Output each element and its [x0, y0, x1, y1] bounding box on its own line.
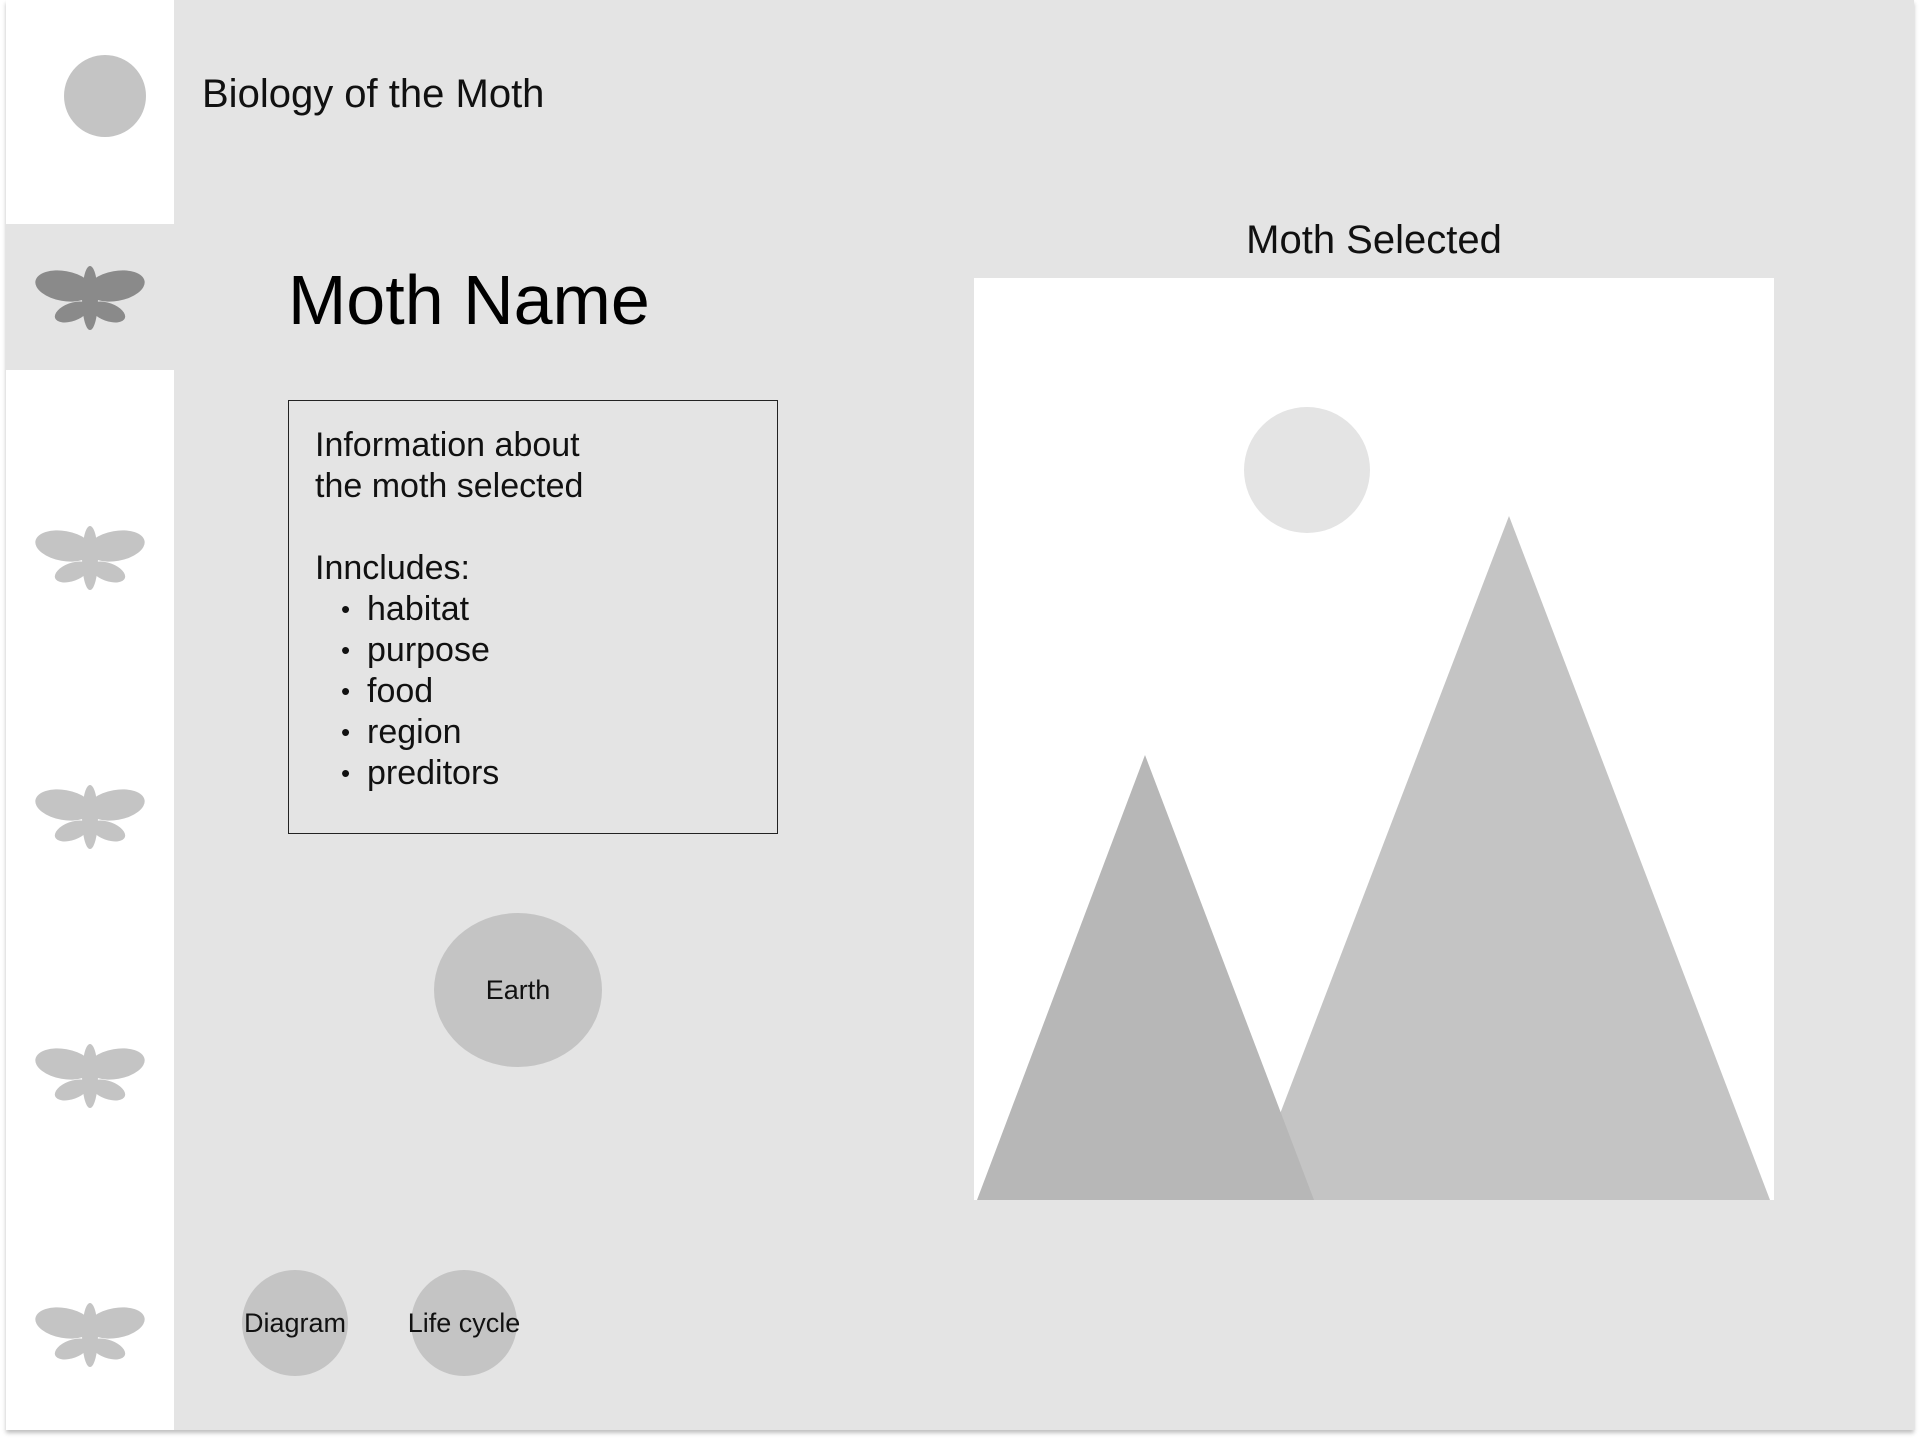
moth-info-box: Information about the moth selected Innc… [288, 400, 778, 834]
app-title: Biology of the Moth [202, 72, 545, 116]
moth-icon [35, 1303, 145, 1367]
moth-icon [35, 1044, 145, 1108]
list-item: food [341, 671, 751, 712]
image-placeholder-icon [977, 407, 1770, 1200]
includes-label: Inncludes: [315, 549, 470, 587]
moth-image-panel [974, 278, 1774, 1200]
diagram-button[interactable]: Diagram [242, 1270, 348, 1376]
list-item: habitat [341, 589, 751, 630]
sidebar-item-moth-5[interactable] [6, 1261, 174, 1407]
moth-icon [35, 526, 145, 590]
info-list: habitat purpose food region preditors [315, 589, 751, 794]
earth-button-label: Earth [485, 974, 551, 1005]
sidebar-item-moth-2[interactable] [6, 484, 174, 630]
list-item: region [341, 712, 751, 753]
info-text-line-2: the moth selected [315, 467, 584, 505]
moth-icon [35, 266, 145, 330]
moth-name-heading: Moth Name [288, 261, 650, 339]
sidebar-item-moth-4[interactable] [6, 1002, 174, 1148]
app-window: Biology of the Moth Moth Name Informatio… [6, 0, 1914, 1430]
diagram-button-label: Diagram [243, 1307, 347, 1338]
moth-selected-label: Moth Selected [1246, 218, 1502, 262]
info-text-line-1: Information about [315, 426, 580, 464]
avatar[interactable] [64, 55, 146, 137]
moth-icon [35, 785, 145, 849]
sidebar [6, 0, 174, 1430]
earth-button[interactable]: Earth [434, 913, 602, 1067]
sidebar-item-moth-3[interactable] [6, 743, 174, 889]
list-item: preditors [341, 753, 751, 794]
list-item: purpose [341, 630, 751, 671]
life-cycle-button[interactable]: Life cycle [408, 1270, 520, 1376]
life-cycle-button-label: Life cycle [407, 1307, 521, 1338]
sidebar-item-moth-1[interactable] [6, 224, 174, 370]
